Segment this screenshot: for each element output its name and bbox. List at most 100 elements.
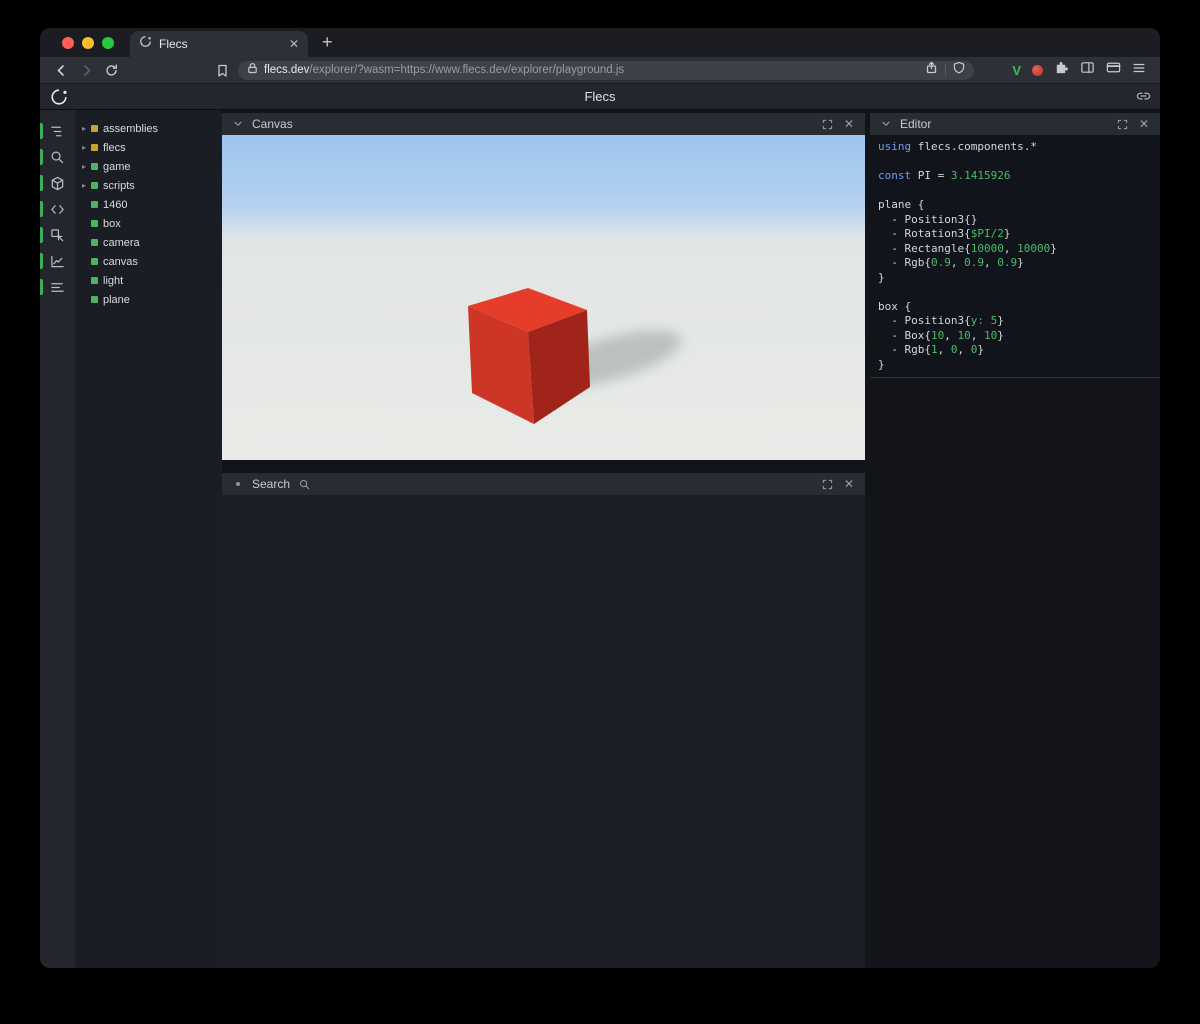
forward-button[interactable] — [75, 60, 98, 81]
fullscreen-icon[interactable] — [1114, 116, 1130, 132]
entity-tree-rail-button[interactable] — [40, 118, 75, 144]
expand-arrow-icon[interactable]: ▸ — [82, 143, 91, 152]
entity-color-square — [91, 163, 98, 170]
entity-color-square — [91, 144, 98, 151]
close-icon[interactable]: ✕ — [1136, 116, 1152, 132]
tree-item-light[interactable]: light — [75, 271, 222, 290]
address-bar[interactable]: flecs.dev/explorer/?wasm=https://www.fle… — [238, 61, 974, 80]
code-line: } — [878, 271, 1152, 286]
code-line: - Rgb{0.9, 0.9, 0.9} — [878, 256, 1152, 271]
panel-title: Canvas — [252, 117, 293, 131]
code-line: box { — [878, 300, 1152, 315]
active-indicator — [40, 201, 43, 217]
search-panel-header: Search ✕ — [222, 473, 865, 495]
app-body: ▸ assemblies ▸ flecs ▸ game ▸scripts 1460 box cam… — [40, 110, 1160, 968]
divider — [945, 64, 946, 76]
close-icon[interactable]: ✕ — [841, 116, 857, 132]
entity-tree-list: ▸ assemblies ▸ flecs ▸ game ▸scripts 1460 box cam… — [75, 110, 222, 968]
new-tab-button[interactable]: + — [322, 32, 333, 53]
code-line: - Box{10, 10, 10} — [878, 329, 1152, 344]
inspect-rail-button[interactable] — [40, 222, 75, 248]
collapsed-indicator-icon[interactable] — [230, 476, 246, 492]
tree-item-box[interactable]: box — [75, 214, 222, 233]
tree-item-canvas[interactable]: canvas — [75, 252, 222, 271]
code-line: using flecs.components.* — [878, 140, 1152, 155]
tree-item-1460[interactable]: 1460 — [75, 195, 222, 214]
close-icon[interactable]: ✕ — [841, 476, 857, 492]
browser-tab[interactable]: Flecs ✕ — [130, 31, 308, 57]
icon-rail — [40, 110, 75, 968]
tree-item-game[interactable]: ▸ game — [75, 157, 222, 176]
maximize-window-button[interactable] — [102, 37, 114, 49]
chart-icon — [50, 254, 65, 269]
entity-label: 1460 — [103, 199, 127, 211]
code-line: - Position3{} — [878, 213, 1152, 228]
chart-rail-button[interactable] — [40, 248, 75, 274]
url-path: /explorer/?wasm=https://www.flecs.dev/ex… — [309, 64, 624, 76]
entity-label: assemblies — [103, 123, 158, 135]
code-line — [878, 184, 1152, 199]
entities-rail-button[interactable] — [40, 170, 75, 196]
back-button[interactable] — [50, 60, 73, 81]
browser-actions: V — [1012, 60, 1146, 80]
tree-item-plane[interactable]: plane — [75, 290, 222, 309]
chevron-down-icon[interactable] — [230, 116, 246, 132]
code-line: plane { — [878, 198, 1152, 213]
fullscreen-icon[interactable] — [819, 116, 835, 132]
tree-item-flecs[interactable]: ▸ flecs — [75, 138, 222, 157]
reload-button[interactable] — [100, 60, 123, 81]
bookmark-icon[interactable] — [211, 60, 234, 81]
search-rail-button[interactable] — [40, 144, 75, 170]
active-indicator — [40, 175, 43, 191]
3d-viewport[interactable] — [222, 135, 865, 460]
code-line — [878, 285, 1152, 300]
canvas-panel: Canvas ✕ — [222, 113, 865, 460]
share-link-icon[interactable] — [1136, 89, 1151, 109]
entities-icon — [50, 176, 65, 191]
tab-close-icon[interactable]: ✕ — [289, 38, 299, 50]
tree-item-assemblies[interactable]: ▸ assemblies — [75, 119, 222, 138]
traffic-lights — [62, 37, 114, 49]
entity-label: flecs — [103, 142, 126, 154]
entity-color-square — [91, 239, 98, 246]
chevron-down-icon[interactable] — [878, 116, 894, 132]
wallet-icon[interactable] — [1106, 60, 1121, 80]
close-window-button[interactable] — [62, 37, 74, 49]
stats-rail-button[interactable] — [40, 274, 75, 300]
right-column: Editor ✕ using flecs.components.* const … — [870, 110, 1160, 968]
entity-label: plane — [103, 294, 130, 306]
active-indicator — [40, 227, 43, 243]
expand-arrow-icon[interactable]: ▸ — [82, 181, 91, 190]
lock-icon — [247, 61, 258, 79]
active-indicator — [40, 149, 43, 165]
code-line — [878, 155, 1152, 170]
sidebar-toggle-icon[interactable] — [1080, 60, 1095, 80]
entity-color-square — [91, 201, 98, 208]
share-icon[interactable] — [925, 61, 938, 79]
expand-arrow-icon[interactable]: ▸ — [82, 162, 91, 171]
entity-color-square — [91, 258, 98, 265]
expand-arrow-icon[interactable]: ▸ — [82, 124, 91, 133]
menu-icon[interactable] — [1132, 61, 1146, 80]
center-column: Canvas ✕ — [222, 110, 865, 968]
extensions-puzzle-icon[interactable] — [1054, 60, 1069, 80]
active-indicator — [40, 123, 43, 139]
minimize-window-button[interactable] — [82, 37, 94, 49]
canvas-panel-header: Canvas ✕ — [222, 113, 865, 135]
v-extension-icon[interactable]: V — [1012, 63, 1021, 78]
code-rail-button[interactable] — [40, 196, 75, 222]
inspect-icon — [50, 228, 65, 243]
url-domain: flecs.dev — [264, 64, 309, 76]
search-icon — [50, 150, 65, 165]
fullscreen-icon[interactable] — [819, 476, 835, 492]
extension-dot-icon[interactable] — [1032, 65, 1043, 76]
panel-title: Search — [252, 477, 290, 491]
shield-icon[interactable] — [953, 61, 965, 79]
entity-label: game — [103, 161, 131, 173]
entity-label: box — [103, 218, 121, 230]
editor-code[interactable]: using flecs.components.* const PI = 3.14… — [870, 135, 1160, 378]
entity-color-square — [91, 296, 98, 303]
tree-item-scripts[interactable]: ▸scripts — [75, 176, 222, 195]
tree-item-camera[interactable]: camera — [75, 233, 222, 252]
app-header: Flecs — [40, 84, 1160, 110]
